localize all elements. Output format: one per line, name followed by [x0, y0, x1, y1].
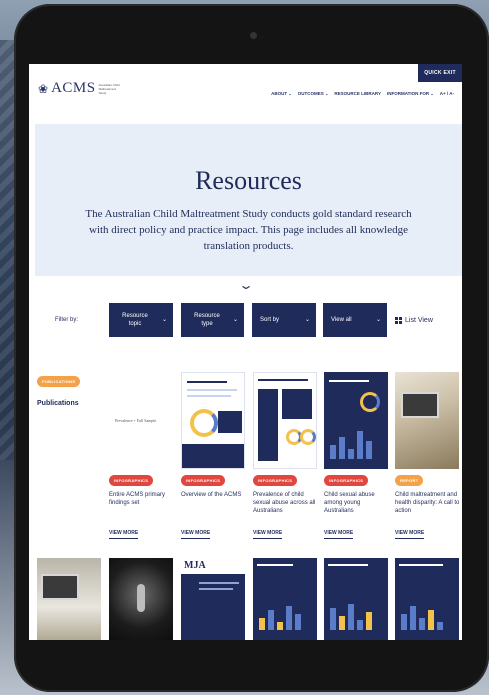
menu-item-information-for[interactable]: INFORMATION FOR ⌄: [387, 91, 434, 96]
donut-chart-icon: [190, 409, 218, 437]
hero-banner: Resources The Australian Child Maltreatm…: [35, 124, 462, 276]
grid-icon: [395, 317, 402, 324]
view-more-link[interactable]: VIEW MORE: [181, 530, 211, 539]
card-thumbnail[interactable]: MJA: [181, 558, 245, 640]
view-more-link[interactable]: VIEW MORE: [324, 530, 354, 539]
bar-chart-icon: [401, 600, 453, 630]
view-more-link[interactable]: VIEW MORE: [253, 530, 283, 539]
chevron-down-icon: ⌄: [304, 317, 310, 323]
menu-item-outcomes[interactable]: OUTCOMES ⌄: [298, 91, 329, 96]
menu-item-text-size[interactable]: A+ / A-: [440, 91, 454, 96]
filter-label: Filter by:: [55, 317, 79, 323]
card-thumbnail[interactable]: [324, 558, 388, 640]
card-title: Child maltreatment and health disparity:…: [395, 492, 460, 514]
card-thumbnail[interactable]: [109, 558, 173, 640]
sort-by-dropdown[interactable]: Sort by ⌄: [252, 303, 316, 337]
filter-bar: Filter by: Resource topic ⌄ Resource typ…: [29, 303, 462, 337]
card-thumbnail: Prevalence + Full Sample: [109, 372, 173, 469]
menu-item-about[interactable]: ABOUT ⌄: [271, 91, 292, 96]
resource-card[interactable]: Prevalence + Full Sample INFOGRAPHICS En…: [109, 372, 173, 552]
resource-card[interactable]: INFOGRAPHICS Overview of the ACMS VIEW M…: [181, 372, 245, 552]
logo-subtitle: Australian Child Maltreatment Study: [98, 82, 120, 95]
chevron-down-icon: ⌄: [375, 317, 381, 323]
section-label: Publications: [37, 400, 79, 407]
donut-chart-icon: [300, 429, 316, 445]
card-thumbnail: [181, 372, 245, 469]
menu-item-resource-library[interactable]: RESOURCE LIBRARY: [334, 91, 381, 96]
microphone-icon: [137, 584, 145, 612]
card-thumbnail: [395, 372, 459, 469]
page-title: Resources: [195, 166, 302, 195]
view-all-dropdown[interactable]: View all ⌄: [323, 303, 387, 337]
chevron-down-icon[interactable]: ⌄: [238, 278, 254, 292]
chevron-down-icon: ⌄: [161, 317, 167, 323]
quick-exit-button[interactable]: QUICK EXIT: [418, 64, 462, 82]
infographics-badge: INFOGRAPHICS: [181, 475, 226, 486]
card-thumbnail[interactable]: [37, 558, 101, 640]
infographics-badge: INFOGRAPHICS: [253, 475, 298, 486]
mja-logo: MJA: [184, 560, 206, 571]
camera-icon: [250, 32, 257, 39]
website-screen: QUICK EXIT ❀ ACMS Australian Child Maltr…: [29, 64, 462, 640]
card-title: Prevalence of child sexual abuse across …: [253, 492, 316, 514]
resource-card[interactable]: REPORT Child maltreatment and health dis…: [395, 372, 459, 552]
donut-chart-icon: [360, 392, 380, 412]
hero-description: The Australian Child Maltreatment Study …: [85, 208, 412, 252]
infographics-badge: INFOGRAPHICS: [109, 475, 154, 486]
list-view-toggle[interactable]: List View: [395, 317, 433, 324]
main-menu: ABOUT ⌄ OUTCOMES ⌄ RESOURCE LIBRARY INFO…: [271, 91, 454, 96]
acms-logo[interactable]: ❀ ACMS Australian Child Maltreatment Stu…: [38, 80, 121, 97]
publications-badge: PUBLICATIONS: [37, 376, 81, 387]
logo-text: ACMS: [51, 80, 96, 96]
card-thumbnail[interactable]: [253, 558, 317, 640]
view-more-link[interactable]: VIEW MORE: [395, 530, 425, 539]
bar-chart-icon: [259, 600, 311, 630]
card-thumbnail: [253, 372, 317, 469]
bar-chart-icon: [330, 600, 382, 630]
bar-chart-icon: [330, 429, 382, 459]
infographics-badge: INFOGRAPHICS: [324, 475, 369, 486]
resource-card[interactable]: INFOGRAPHICS Prevalence of child sexual …: [253, 372, 317, 552]
resource-type-dropdown[interactable]: Resource type ⌄: [181, 303, 244, 337]
laptop-icon: [401, 392, 439, 418]
card-title: Entire ACMS primary findings set: [109, 492, 166, 506]
chevron-down-icon: ⌄: [232, 317, 238, 323]
resource-card[interactable]: INFOGRAPHICS Child sexual abuse among yo…: [324, 372, 388, 552]
card-title: Overview of the ACMS: [181, 492, 242, 498]
report-badge: REPORT: [395, 475, 424, 486]
card-thumbnail: [324, 372, 388, 469]
card-title: Child sexual abuse among young Australia…: [324, 492, 375, 514]
card-thumbnail[interactable]: [395, 558, 459, 640]
view-more-link[interactable]: VIEW MORE: [109, 530, 139, 539]
logo-mark-icon: ❀: [38, 81, 49, 96]
laptop-icon: [41, 574, 79, 600]
resource-topic-dropdown[interactable]: Resource topic ⌄: [109, 303, 173, 337]
